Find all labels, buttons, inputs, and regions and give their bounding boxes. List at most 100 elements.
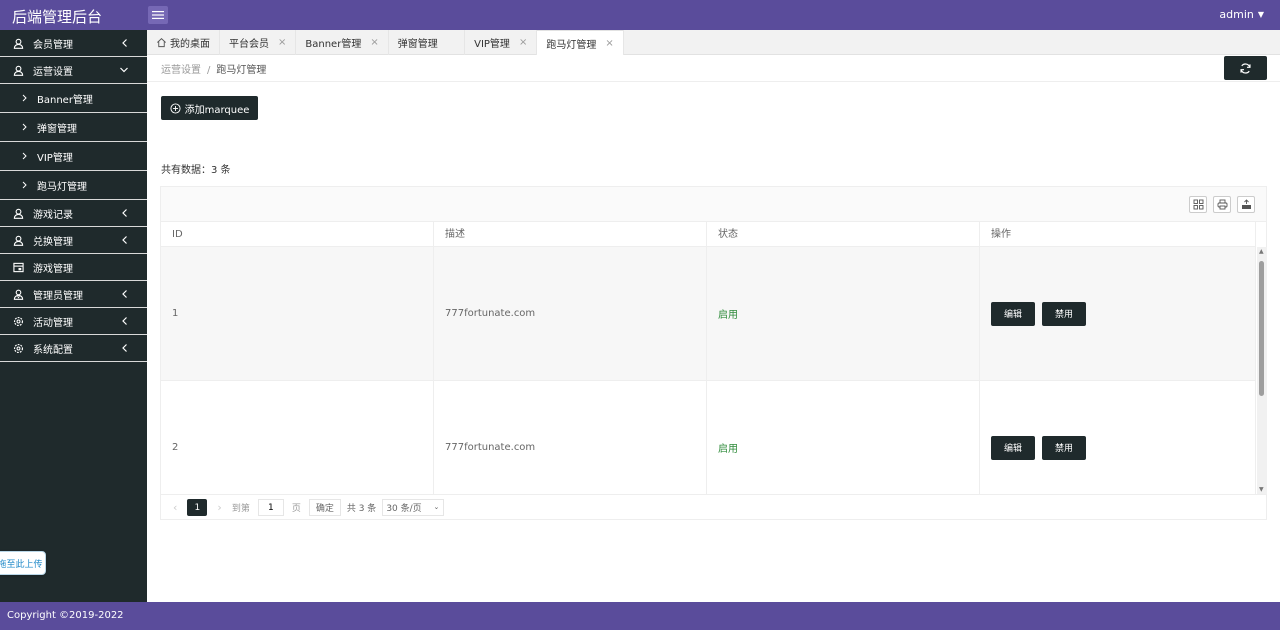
column-header-id[interactable]: ID (161, 222, 434, 246)
add-marquee-button[interactable]: 添加marquee (161, 96, 258, 120)
tab-bar: 我的桌面 平台会员 × Banner管理 × 弹窗管理 × VIP管理 × 跑马灯管理 × (147, 30, 1280, 55)
edit-button[interactable]: 编辑 (991, 435, 1035, 460)
sidebar-subitem-label: 弹窗管理 (37, 123, 77, 135)
copyright-text: Copyright ©2019-2022 (7, 610, 124, 621)
table-row[interactable]: 2 777fortunate.com 启用 编辑 禁用 (161, 381, 1256, 494)
pagination: ‹ 1 › 到第 页 确定 共 3 条 30 条/页 ⌄ (161, 494, 1266, 520)
next-page-icon[interactable]: › (217, 501, 221, 514)
column-header-description[interactable]: 描述 (434, 222, 707, 246)
export-icon[interactable] (1237, 196, 1255, 213)
data-table-panel: ID 描述 状态 操作 1 777fortunate.com 启用 编辑 禁用 … (160, 186, 1267, 520)
tab-label: Banner管理 (305, 39, 362, 50)
top-bar: 后端管理后台 admin ▼ (0, 0, 1280, 30)
table-row[interactable]: 1 777fortunate.com 启用 编辑 禁用 (161, 247, 1256, 381)
chevron-right-icon (22, 181, 27, 189)
page-size-select[interactable]: 30 条/页 ⌄ (382, 499, 445, 516)
caret-down-icon: ▼ (1257, 10, 1264, 19)
chevron-left-icon (122, 236, 127, 244)
table-header: ID 描述 状态 操作 (161, 222, 1256, 247)
edit-button[interactable]: 编辑 (991, 301, 1035, 326)
tab-banner[interactable]: Banner管理 × (296, 30, 389, 55)
sidebar-subitem-label: Banner管理 (37, 94, 93, 106)
sidebar-subitem-banner[interactable]: Banner管理 (0, 84, 147, 113)
sidebar-item-label: 管理员管理 (33, 290, 83, 302)
close-icon[interactable]: × (370, 37, 378, 48)
goto-page-input[interactable] (257, 499, 284, 516)
user-icon (12, 37, 24, 49)
user-menu[interactable]: admin ▼ (1219, 8, 1264, 21)
chevron-left-icon (122, 290, 127, 298)
total-count: 共 3 条 (346, 504, 377, 514)
sidebar-subitem-marquee[interactable]: 跑马灯管理 (0, 171, 147, 200)
record-count: 共有数据：3 条 (161, 165, 231, 176)
chevron-left-icon (122, 209, 127, 217)
add-button-label: 添加marquee (184, 104, 250, 116)
scroll-down-icon[interactable]: ▼ (1259, 486, 1264, 493)
tab-label: 平台会员 (229, 39, 269, 50)
columns-filter-icon[interactable] (1189, 196, 1207, 213)
page-label: 页 (291, 504, 301, 514)
sidebar-item-admins[interactable]: 管理员管理 (0, 281, 147, 308)
close-icon[interactable]: × (605, 38, 613, 49)
table-body[interactable]: 1 777fortunate.com 启用 编辑 禁用 2 777fortuna… (161, 247, 1256, 494)
sidebar-item-label: 游戏记录 (33, 209, 73, 221)
refresh-icon (1240, 62, 1251, 74)
chevron-left-icon (122, 39, 127, 47)
sidebar-item-label: 兑换管理 (33, 236, 73, 248)
tab-label: 我的桌面 (170, 39, 210, 50)
page-number-current[interactable]: 1 (187, 499, 208, 516)
cell-status: 启用 (707, 381, 980, 494)
cell-actions: 编辑 禁用 (980, 381, 1256, 494)
tab-vip[interactable]: VIP管理 × (465, 30, 538, 55)
close-icon[interactable]: × (278, 37, 286, 48)
sidebar-item-system-config[interactable]: 系统配置 (0, 335, 147, 362)
tab-desktop[interactable]: 我的桌面 (147, 30, 220, 55)
chevron-right-icon (22, 94, 27, 102)
print-icon[interactable] (1213, 196, 1231, 213)
tab-platform-members[interactable]: 平台会员 × (220, 30, 297, 55)
sidebar-item-members[interactable]: 会员管理 (0, 30, 147, 57)
chevron-down-icon (120, 67, 128, 73)
cell-id: 1 (161, 247, 434, 380)
sidebar-item-label: 活动管理 (33, 317, 73, 329)
gear-icon (12, 342, 24, 354)
menu-toggle-button[interactable] (148, 6, 168, 24)
disable-button[interactable]: 禁用 (1042, 301, 1086, 326)
close-icon[interactable]: × (447, 37, 455, 48)
breadcrumb-separator: / (207, 65, 211, 76)
sidebar-item-exchange[interactable]: 兑换管理 (0, 227, 147, 254)
chevron-left-icon (122, 344, 127, 352)
prev-page-icon[interactable]: ‹ (173, 501, 177, 514)
upload-drop-tip[interactable]: 拖至此上传 (0, 551, 46, 575)
gear-icon (12, 315, 24, 327)
scrollbar-thumb[interactable] (1259, 261, 1264, 396)
vertical-scrollbar[interactable]: ▲ ▼ (1257, 247, 1267, 494)
tab-popup[interactable]: 弹窗管理 × (389, 30, 466, 55)
hamburger-icon (152, 11, 164, 19)
tab-marquee[interactable]: 跑马灯管理 × (537, 30, 624, 55)
disable-button[interactable]: 禁用 (1042, 435, 1086, 460)
breadcrumb: 运营设置 / 跑马灯管理 (161, 61, 266, 76)
user-icon (12, 207, 24, 219)
page-size-value: 30 条/页 (386, 504, 422, 514)
sidebar-item-activities[interactable]: 活动管理 (0, 308, 147, 335)
sidebar-item-operations[interactable]: 运营设置 (0, 57, 147, 84)
sidebar-subitem-popup[interactable]: 弹窗管理 (0, 113, 147, 142)
user-name: admin (1219, 8, 1254, 21)
tab-label: 弹窗管理 (397, 39, 438, 50)
chevron-right-icon (22, 152, 27, 160)
data-table: ID 描述 状态 操作 1 777fortunate.com 启用 编辑 禁用 … (161, 222, 1256, 494)
cell-description: 777fortunate.com (434, 381, 707, 494)
scroll-up-icon[interactable]: ▲ (1259, 248, 1264, 255)
tab-label: 跑马灯管理 (546, 39, 597, 51)
sidebar-item-game-records[interactable]: 游戏记录 (0, 200, 147, 227)
goto-confirm-button[interactable]: 确定 (308, 499, 341, 516)
sidebar-item-label: 会员管理 (33, 39, 73, 51)
breadcrumb-parent[interactable]: 运营设置 (161, 65, 201, 76)
refresh-button[interactable] (1224, 56, 1267, 80)
sidebar-item-games[interactable]: 游戏管理 (0, 254, 147, 281)
close-icon[interactable]: × (519, 37, 527, 48)
sidebar-subitem-vip[interactable]: VIP管理 (0, 142, 147, 171)
home-icon (157, 38, 166, 48)
column-header-status[interactable]: 状态 (707, 222, 980, 246)
